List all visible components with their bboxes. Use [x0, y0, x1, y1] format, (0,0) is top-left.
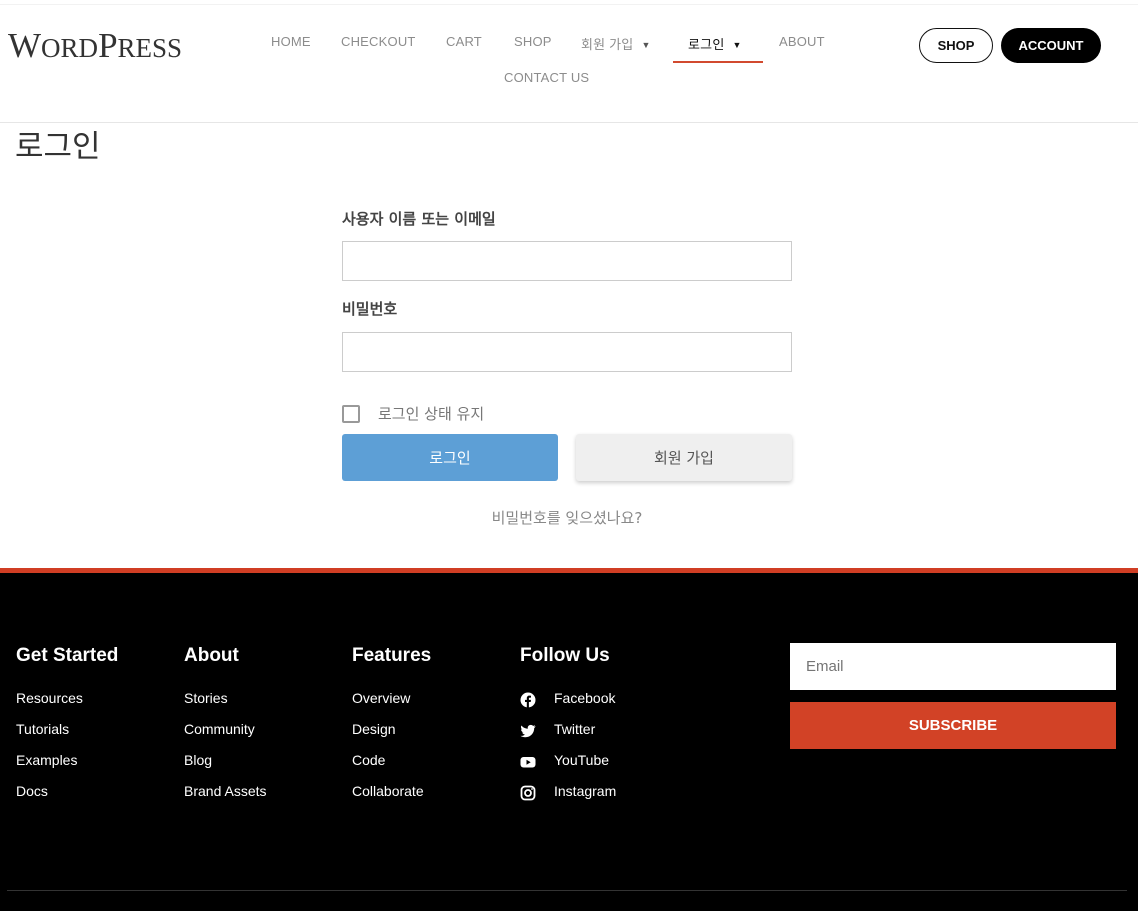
facebook-icon[interactable] — [520, 692, 536, 708]
nav-about[interactable]: ABOUT — [779, 34, 825, 49]
footer-col-title-get-started: Get Started — [16, 645, 119, 666]
youtube-icon[interactable] — [520, 754, 536, 770]
footer-link-youtube[interactable]: YouTube — [554, 752, 609, 768]
newsletter-email-input[interactable] — [790, 643, 1116, 690]
nav-login[interactable]: 로그인 ▼ — [688, 34, 742, 53]
footer-link-design[interactable]: Design — [352, 721, 396, 737]
username-label: 사용자 이름 또는 이메일 — [342, 210, 496, 228]
subscribe-button[interactable]: SUBSCRIBE — [790, 702, 1116, 749]
footer-link-twitter[interactable]: Twitter — [554, 721, 595, 737]
remember-me-checkbox[interactable] — [342, 405, 360, 423]
login-button[interactable]: 로그인 — [342, 434, 558, 481]
twitter-icon[interactable] — [520, 723, 536, 739]
nav-contact[interactable]: CONTACT US — [504, 70, 589, 85]
footer-col-title-follow-us: Follow Us — [520, 645, 610, 666]
nav-home[interactable]: HOME — [271, 34, 311, 49]
shop-button[interactable]: SHOP — [919, 28, 993, 63]
footer-link-brand-assets[interactable]: Brand Assets — [184, 783, 267, 799]
password-label: 비밀번호 — [342, 300, 398, 318]
instagram-icon[interactable] — [520, 785, 536, 801]
footer-col-title-features: Features — [352, 645, 432, 666]
footer-link-community[interactable]: Community — [184, 721, 255, 737]
footer-link-stories[interactable]: Stories — [184, 690, 228, 706]
account-button[interactable]: ACCOUNT — [1001, 28, 1101, 63]
active-nav-underline — [673, 61, 763, 63]
nav-cart[interactable]: CART — [446, 34, 482, 49]
username-input[interactable] — [342, 241, 792, 281]
page-title: 로그인 — [15, 129, 101, 165]
footer-divider — [7, 890, 1127, 891]
site-footer: Get Started Resources Tutorials Examples… — [0, 568, 1138, 911]
nav-shop[interactable]: SHOP — [514, 34, 552, 49]
chevron-down-icon: ▼ — [732, 40, 742, 50]
footer-link-instagram[interactable]: Instagram — [554, 783, 616, 799]
footer-link-facebook[interactable]: Facebook — [554, 690, 615, 706]
footer-link-code[interactable]: Code — [352, 752, 385, 768]
remember-me-label: 로그인 상태 유지 — [378, 405, 485, 423]
footer-col-title-about: About — [184, 645, 239, 666]
footer-link-tutorials[interactable]: Tutorials — [16, 721, 69, 737]
nav-register[interactable]: 회원 가입 ▼ — [581, 34, 651, 53]
footer-link-resources[interactable]: Resources — [16, 690, 83, 706]
forgot-password-link[interactable]: 비밀번호를 잊으셨나요? — [342, 507, 792, 528]
footer-link-overview[interactable]: Overview — [352, 690, 410, 706]
footer-link-collaborate[interactable]: Collaborate — [352, 783, 424, 799]
nav-register-label: 회원 가입 — [581, 37, 634, 52]
footer-link-docs[interactable]: Docs — [16, 783, 48, 799]
nav-login-label: 로그인 — [688, 37, 725, 52]
chevron-down-icon: ▼ — [641, 40, 651, 50]
nav-checkout[interactable]: CHECKOUT — [341, 34, 416, 49]
site-header: WORDPRESS HOME CHECKOUT CART SHOP 회원 가입 ▼… — [0, 0, 1138, 123]
wordpress-logo[interactable]: WORDPRESS — [8, 26, 182, 66]
footer-link-blog[interactable]: Blog — [184, 752, 212, 768]
footer-link-examples[interactable]: Examples — [16, 752, 77, 768]
password-input[interactable] — [342, 332, 792, 372]
header-top-divider — [0, 4, 1138, 5]
register-button[interactable]: 회원 가입 — [576, 434, 792, 481]
